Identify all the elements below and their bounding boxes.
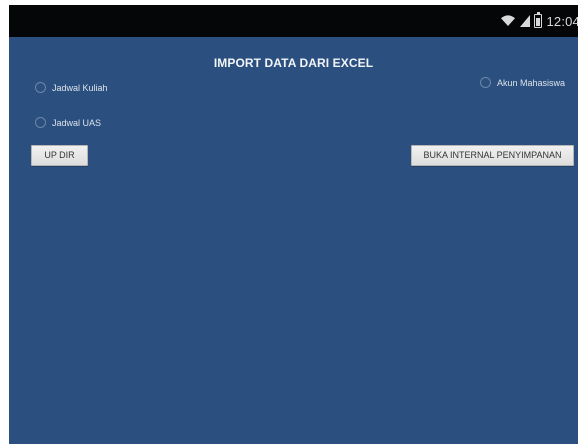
app-screen: 12:04 IMPORT DATA DARI EXCEL Jadwal Kuli… <box>9 5 578 444</box>
open-internal-storage-button[interactable]: BUKA INTERNAL PENYIMPANAN <box>411 145 574 166</box>
radio-label-akun-mahasiswa: Akun Mahasiswa <box>497 77 566 88</box>
radio-label-jadwal-kuliah: Jadwal Kuliah <box>52 82 108 93</box>
battery-icon <box>534 12 543 28</box>
signal-icon <box>520 15 531 27</box>
radio-jadwal-uas[interactable]: Jadwal UAS <box>35 117 101 128</box>
status-bar: 12:04 <box>9 5 578 37</box>
radio-circle-icon[interactable] <box>35 82 46 93</box>
radio-label-jadwal-uas: Jadwal UAS <box>52 117 102 128</box>
wifi-icon <box>501 15 516 26</box>
up-dir-button[interactable]: UP DIR <box>31 145 88 166</box>
radio-jadwal-kuliah[interactable]: Jadwal Kuliah <box>35 82 108 93</box>
status-icons: 12:04 <box>500 10 578 32</box>
radio-circle-icon[interactable] <box>480 77 491 88</box>
page-title: IMPORT DATA DARI EXCEL <box>213 56 374 70</box>
status-time: 12:04 <box>546 13 578 29</box>
radio-akun-mahasiswa[interactable]: Akun Mahasiswa <box>480 77 565 88</box>
radio-circle-icon[interactable] <box>35 117 46 128</box>
